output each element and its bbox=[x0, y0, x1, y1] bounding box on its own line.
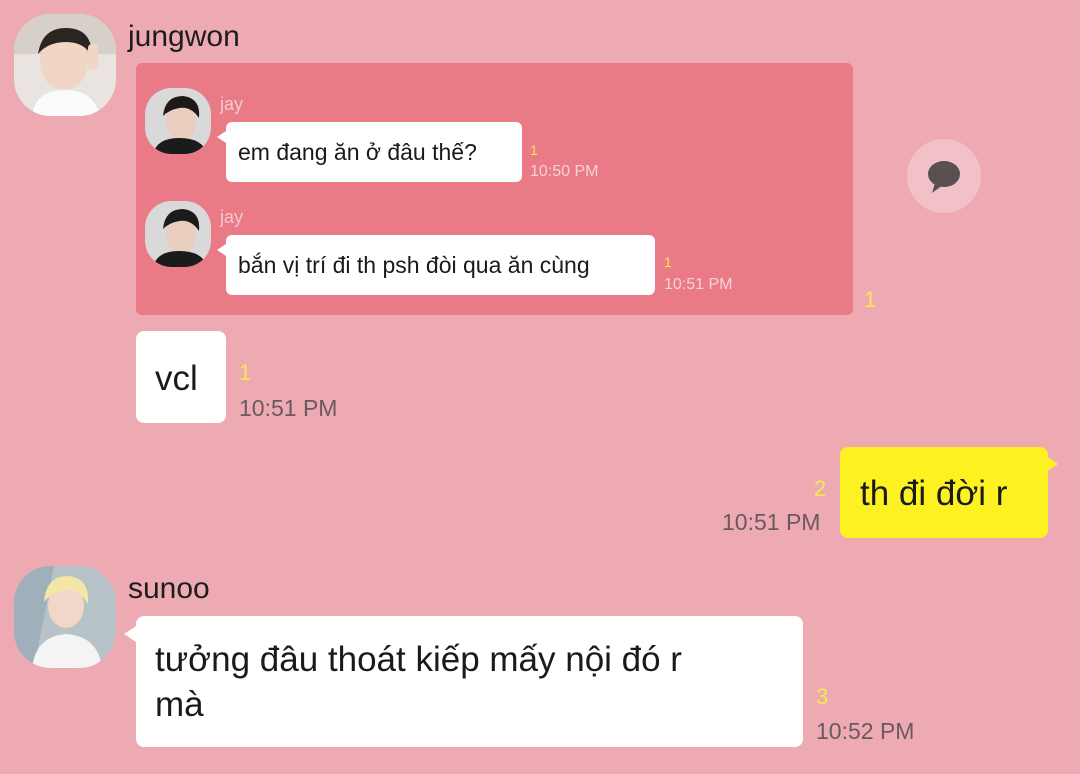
sender-name-jungwon: jungwon bbox=[128, 20, 240, 53]
quoted-timestamp: 10:51 PM bbox=[664, 276, 733, 293]
unread-count: 1 bbox=[864, 287, 877, 312]
bubble-tail bbox=[1046, 456, 1058, 472]
message-text-line: mà bbox=[155, 685, 204, 724]
message-bubble[interactable]: vcl bbox=[136, 331, 226, 423]
bubble-tail bbox=[217, 244, 226, 256]
quoted-message-bubble: bắn vị trí đi th psh đòi qua ăn cùng bbox=[226, 235, 655, 295]
sender-name-sunoo: sunoo bbox=[128, 572, 210, 605]
avatar-sunoo-image bbox=[14, 566, 116, 668]
avatar-jungwon-image bbox=[14, 14, 116, 116]
quoted-message-bubble: em đang ăn ở đâu thế? bbox=[226, 122, 522, 182]
timestamp: 10:51 PM bbox=[722, 509, 821, 535]
timestamp: 10:51 PM bbox=[239, 395, 338, 421]
quoted-unread-count: 1 bbox=[530, 142, 538, 158]
avatar-jay-1 bbox=[145, 88, 211, 154]
bubble-tail bbox=[217, 131, 226, 143]
quoted-unread-count: 1 bbox=[664, 254, 672, 270]
message-text: tưởng đâu thoát kiếp mấy nội đó r mà bbox=[155, 637, 682, 727]
message-text-line: tưởng đâu thoát kiếp mấy nội đó r bbox=[155, 640, 682, 679]
avatar-jay-image bbox=[145, 201, 211, 267]
unread-count: 1 bbox=[239, 360, 252, 385]
message-text: vcl bbox=[155, 359, 198, 398]
avatar-jungwon[interactable] bbox=[14, 14, 116, 116]
quoted-sender-name: jay bbox=[220, 94, 244, 114]
unread-count: 2 bbox=[814, 476, 827, 501]
avatar-jay-image bbox=[145, 88, 211, 154]
speech-bubble-icon bbox=[928, 161, 960, 193]
reply-button[interactable] bbox=[907, 139, 981, 213]
quoted-sender-name: jay bbox=[220, 207, 244, 227]
message-bubble[interactable]: tưởng đâu thoát kiếp mấy nội đó r mà bbox=[136, 616, 803, 747]
quoted-timestamp: 10:50 PM bbox=[530, 163, 599, 180]
avatar-sunoo[interactable] bbox=[14, 566, 116, 668]
bubble-tail bbox=[124, 626, 136, 642]
avatar-jay-2 bbox=[145, 201, 211, 267]
message-text: th đi đời r bbox=[860, 474, 1008, 513]
timestamp: 10:52 PM bbox=[816, 718, 915, 744]
unread-count: 3 bbox=[816, 684, 829, 709]
my-message-bubble[interactable]: th đi đời r bbox=[840, 447, 1048, 538]
